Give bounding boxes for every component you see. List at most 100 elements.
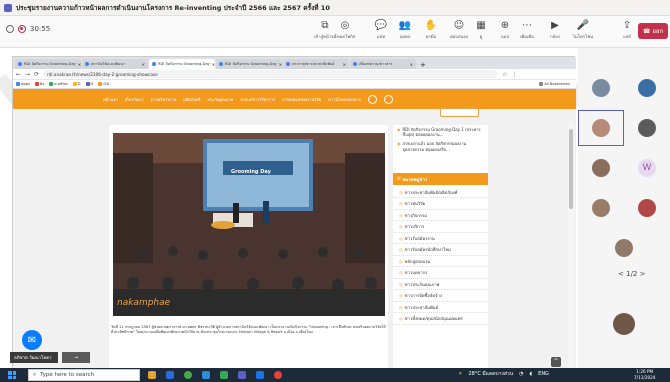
category-item[interactable]: ◎ หลักสูตรอบรม <box>393 256 488 267</box>
site-nav-item[interactable]: ดาวน์โหลดเอกสาร <box>328 96 361 103</box>
toolbar-button-more[interactable]: ⋯ เพิ่มเติม <box>512 18 542 46</box>
browser-tab[interactable]: RDI จัดกิจกรรม Grooming-Day ✕ <box>149 59 215 69</box>
app2-icon[interactable] <box>256 371 264 379</box>
forward-icon[interactable]: → <box>25 71 30 78</box>
category-item[interactable]: ◎ ข่าวทั้งหมด/ทุนสนับสนุนเผยแพร่ <box>393 314 488 325</box>
speaker-pin[interactable]: → <box>62 352 90 363</box>
participant-tile[interactable] <box>601 306 647 342</box>
leave-button[interactable]: ☎ ออก <box>638 23 668 39</box>
circle-next-icon[interactable] <box>383 94 393 104</box>
messenger-icon[interactable]: ✉ <box>22 330 42 350</box>
bookmark-item[interactable]: D <box>85 82 93 86</box>
edge-icon[interactable] <box>202 371 210 379</box>
site-nav-item[interactable]: ผลิตภัณฑ์ <box>183 96 200 103</box>
scrollbar-thumb[interactable] <box>569 129 573 209</box>
volume-icon[interactable]: ◖ <box>530 371 533 377</box>
bookmark-item[interactable]: Apps <box>16 82 30 86</box>
app-icon[interactable] <box>220 371 228 379</box>
clock-time: 1:26 PM <box>636 369 654 374</box>
chevron-right-icon[interactable]: > <box>640 270 646 278</box>
bookmark-item[interactable]: D <box>72 82 81 86</box>
chrome-icon[interactable] <box>184 371 192 379</box>
participant-tile[interactable] <box>578 70 624 106</box>
browser-tab[interactable]: RDI จัดกิจกรรม Grooming-Day ✕ <box>216 59 282 69</box>
language-indicator[interactable]: ENG <box>538 371 549 377</box>
toolbar-button-focus[interactable]: ◎ โหมดโฟกัส <box>330 18 360 46</box>
close-tab-icon[interactable]: ✕ <box>343 62 346 67</box>
participant-tile[interactable] <box>624 190 670 226</box>
category-item[interactable]: ◎ ข่าวการจัดซื้อจัดจ้าง <box>393 291 488 302</box>
browser-tab[interactable]: RDI จัดกิจกรรม Grooming-Day ✕ <box>15 59 81 69</box>
participant-pager[interactable]: < 1/2 > <box>618 270 645 278</box>
app3-icon[interactable] <box>274 371 282 379</box>
category-label: ข่าวรับสมัครงาน <box>404 235 435 241</box>
address-bar[interactable]: rdi.anakrae.th/news/2306-day-2-grooming-… <box>43 70 499 78</box>
category-item[interactable]: ◎ ข่าวรับสมัครงาน <box>393 233 488 244</box>
site-nav-item[interactable]: เกี่ยวกับเรา <box>125 96 144 103</box>
taskbar-clock[interactable]: 1:26 PM 7/11/2024 <box>634 369 655 380</box>
favicon-icon <box>152 62 156 66</box>
new-tab-icon[interactable]: + <box>420 61 426 69</box>
category-item[interactable]: ◎ ข่าวกิจกรรม <box>393 210 488 221</box>
star-icon[interactable]: ☆ <box>502 71 507 78</box>
participant-tile[interactable]: W <box>624 150 670 186</box>
category-item[interactable]: ◎ ข่าวรับสมัครนักศึกษาใหม่ <box>393 245 488 256</box>
category-item[interactable]: ◎ ข่าวประชาสัมพันธ์/ผลิตภัณฑ์ <box>393 187 488 198</box>
category-label: ข่าวประชาสัมพันธ์/ผลิตภัณฑ์ <box>404 189 458 195</box>
participant-tile[interactable] <box>578 110 624 146</box>
reload-icon[interactable]: ⟳ <box>34 71 39 78</box>
category-label: ข่าวรับสมัครนักศึกษาใหม่ <box>404 247 451 252</box>
system-tray: ☀ 28°C มีแดดบางส่วน ◔ ◖ ENG <box>458 370 549 378</box>
browser-tab[interactable]: เพิ่มบทความ/ข่าวสาร ✕ <box>350 59 416 69</box>
back-icon[interactable]: ← <box>16 71 21 78</box>
close-tab-icon[interactable]: ✕ <box>212 62 215 67</box>
site-nav-item[interactable]: หน้าแรก <box>103 96 118 103</box>
circle-prev-icon[interactable] <box>367 94 377 104</box>
explorer-icon[interactable] <box>148 371 156 379</box>
close-tab-icon[interactable]: ✕ <box>78 62 81 67</box>
site-search-input[interactable] <box>440 108 479 117</box>
category-item[interactable]: ◎ ข่าวบุคลากร <box>393 268 488 279</box>
close-tab-icon[interactable]: ✕ <box>410 62 413 67</box>
participant-tile[interactable] <box>578 150 624 186</box>
category-title: หมวดหมู่ข่าว <box>402 177 428 183</box>
bookmark-item[interactable]: ISA <box>98 82 109 86</box>
taskbar-search-input[interactable]: ⌕ Type here to search <box>28 369 140 381</box>
participant-tile[interactable] <box>624 110 670 146</box>
taskview-icon[interactable] <box>166 371 174 379</box>
toolbar-button-mic[interactable]: 🎤 ไมโครโฟน <box>568 18 598 46</box>
site-nav-item[interactable]: การเผยแพร่ผลงานวิจัย <box>282 96 321 103</box>
category-bullet-icon: ◎ <box>399 189 403 195</box>
toolbar-button-camera[interactable]: ▶ กล้อง <box>540 18 570 46</box>
teams-taskbar-icon[interactable] <box>238 371 246 379</box>
bookmark-item[interactable]: e-office <box>49 82 68 86</box>
category-item[interactable]: ◎ ข่าวบริการ <box>393 222 488 233</box>
scroll-to-top-button[interactable]: ^ <box>551 357 561 367</box>
category-item[interactable]: ◎ ข่าวประชาสัมพันธ์ <box>393 302 488 313</box>
site-nav-item[interactable]: ระบบบริการวิชาการ <box>240 96 275 103</box>
wifi-icon[interactable]: ◔ <box>519 371 523 377</box>
toolbar-button-raise-hand[interactable]: ✋ ยกมือ <box>416 18 446 46</box>
participant-tile[interactable] <box>578 190 624 226</box>
category-bullet-icon: ◎ <box>399 270 403 275</box>
participant-tile[interactable] <box>601 230 647 266</box>
extensions-icon[interactable]: ⋮ <box>511 71 517 78</box>
bookmark-item[interactable]: 8x <box>34 82 44 86</box>
chevron-left-icon[interactable]: < <box>618 270 624 278</box>
browser-tab[interactable]: ประกาศ/ข่าวประชาสัมพันธ์ ✕ <box>283 59 349 69</box>
site-nav-item[interactable]: ประกันคุณภาพ <box>207 96 233 103</box>
bookmark-item[interactable]: All Bookmarks <box>539 82 570 86</box>
related-news-item[interactable]: ◉ สวพ.ผกาแล้ว มอบ จัดกิจกรรมผลงานอุตสาหกร… <box>393 139 488 153</box>
windows-start-icon[interactable] <box>8 371 16 379</box>
close-tab-icon[interactable]: ✕ <box>279 62 282 67</box>
category-item[interactable]: ◎ ข่าวทุนวิจัย <box>393 199 488 210</box>
browser-tab[interactable]: สถาบันวิจัยและพัฒนา ✕ <box>82 59 148 69</box>
close-tab-icon[interactable]: ✕ <box>142 62 145 67</box>
related-news-item[interactable]: ◉ RDI จัดกิจกรรม Grooming-Day 1 (ประหารสิ… <box>393 125 488 139</box>
speaker-name: อภิชาต วัฒนาโคตร <box>10 352 58 363</box>
participant-tile[interactable] <box>624 70 670 106</box>
more-icon: ⋯ <box>522 20 532 31</box>
url-text: rdi.anakrae.th/news/2306-day-2-grooming-… <box>47 71 158 77</box>
site-nav-item[interactable]: การบริหารงาน <box>151 96 176 103</box>
category-item[interactable]: ◎ ข่าวประกันคุณภาพ <box>393 279 488 290</box>
